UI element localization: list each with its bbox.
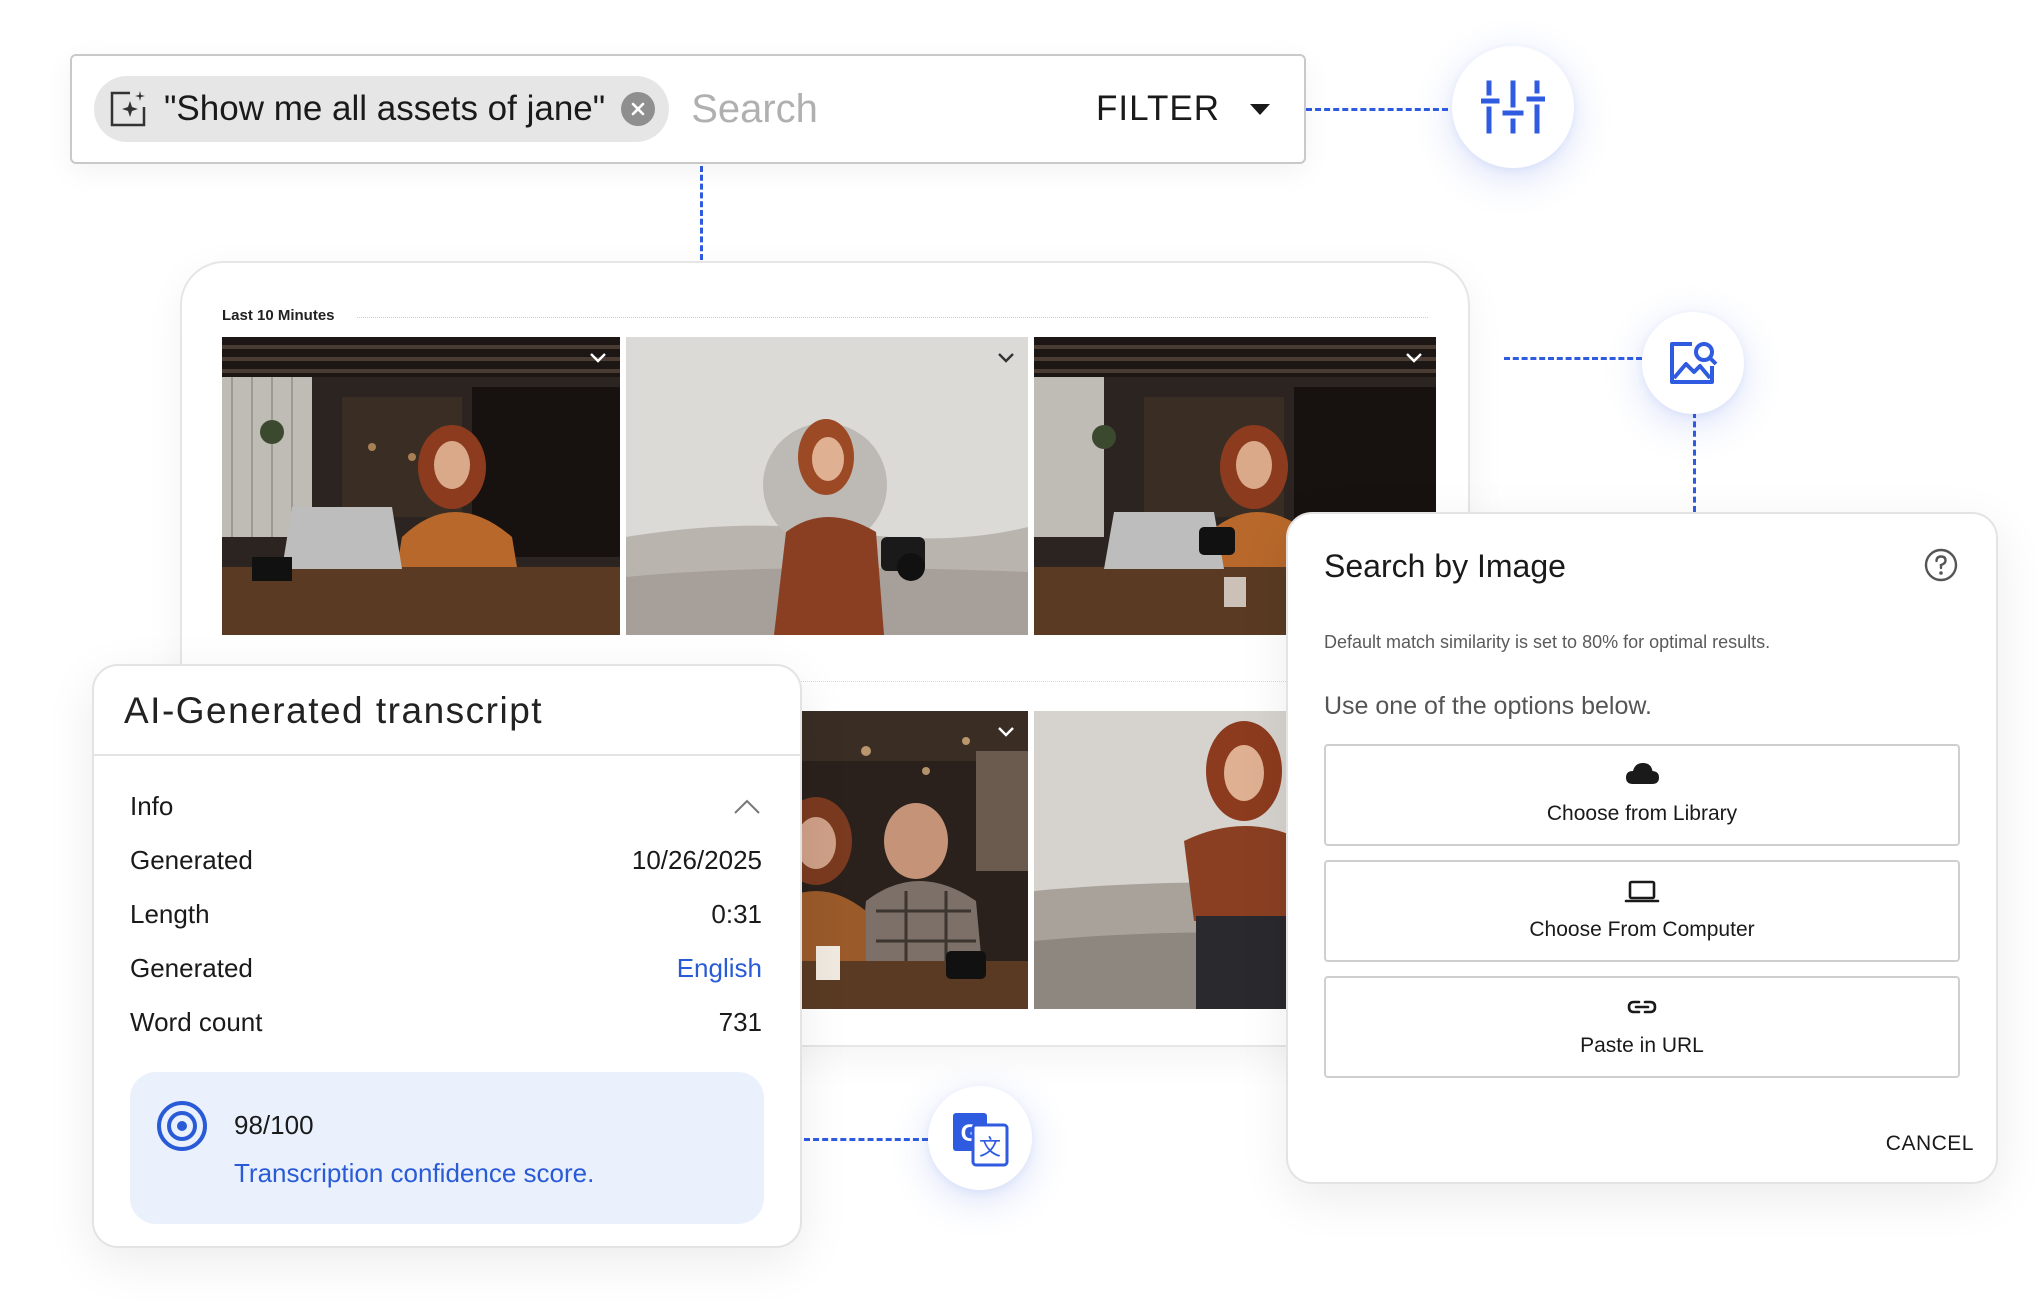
chevron-down-icon[interactable] [994,345,1018,369]
image-search-badge[interactable] [1642,312,1744,414]
cloud-icon [1626,763,1659,784]
info-row-generated-date: Generated 10/26/2025 [130,840,762,880]
photo-cafe-laptop [222,337,620,635]
close-icon [631,102,645,116]
dialog-title: Search by Image [1324,548,1566,584]
ai-sparkle-icon [110,91,146,127]
info-row-label: Generated [130,844,253,875]
chevron-down-icon[interactable] [1402,345,1426,369]
help-icon[interactable] [1924,548,1958,582]
query-chip[interactable]: "Show me all assets of jane" [94,76,670,142]
google-translate-icon: G 文 [953,1113,1009,1167]
info-row-label: Word count [130,1006,263,1037]
info-row-language: Generated English [130,948,762,988]
chevron-up-icon[interactable] [732,796,762,816]
info-label: Info [130,790,174,821]
choose-from-library-button[interactable]: Choose from Library [1324,744,1960,846]
info-row-value: 731 [718,1006,762,1037]
confidence-score-value: 98/100 [234,1110,314,1140]
target-icon [157,1101,207,1151]
options-hint: Use one of the options below. [1324,692,1653,720]
info-row-label: Length [130,898,210,929]
search-bar: "Show me all assets of jane" FILTER [70,54,1306,164]
section-divider [357,317,1428,318]
photo-portrait-camera [626,337,1028,635]
asset-thumbnail[interactable] [222,337,620,635]
connector-filter [1306,108,1448,111]
filter-dropdown-button[interactable]: FILTER [1096,56,1270,162]
ai-transcript-card: AI-Generated transcript Info Generated 1… [92,664,802,1248]
connector-translate [804,1138,928,1141]
chip-remove-button[interactable] [621,92,656,126]
option-label: Choose From Computer [1529,918,1755,941]
gallery-section-label: Last 10 Minutes [222,307,335,324]
choose-from-computer-button[interactable]: Choose From Computer [1324,860,1960,962]
translate-badge[interactable]: G 文 [928,1086,1032,1190]
connector-search-gallery [700,166,703,260]
transcript-title: AI-Generated transcript [124,690,544,731]
option-label: Choose from Library [1546,802,1738,825]
cancel-button[interactable]: CANCEL [1886,1132,1974,1156]
confidence-score-box: 98/100 Transcription confidence score. [130,1072,764,1224]
image-search-icon [1670,342,1718,384]
connector-image-dialog [1693,412,1696,512]
svg-text:文: 文 [979,1135,1001,1160]
filter-badge[interactable] [1452,46,1574,168]
paste-url-button[interactable]: Paste in URL [1324,976,1960,1078]
caret-down-icon [1250,103,1270,115]
asset-thumbnail[interactable] [626,337,1028,635]
language-link[interactable]: English [677,953,762,984]
divider [94,754,800,756]
info-row-value: 0:31 [711,898,762,929]
search-by-image-dialog: Search by Image Default match similarity… [1286,512,1998,1184]
laptop-icon [1624,880,1660,903]
chevron-down-icon[interactable] [994,719,1018,743]
option-label: Paste in URL [1580,1034,1704,1057]
similarity-note: Default match similarity is set to 80% f… [1324,632,1771,652]
connector-image-search [1504,357,1642,360]
query-chip-label: "Show me all assets of jane" [164,89,606,128]
info-accordion-header[interactable]: Info [130,786,762,826]
confidence-score-link[interactable]: Transcription confidence score. [234,1158,594,1189]
info-row-label: Generated [130,952,253,983]
link-icon [1627,1000,1657,1014]
search-input[interactable] [691,86,1072,132]
info-row-value: 10/26/2025 [631,844,762,875]
filter-label: FILTER [1096,89,1220,128]
sliders-icon [1481,80,1545,134]
info-row-length: Length 0:31 [130,894,762,934]
info-row-word-count: Word count 731 [130,1002,762,1042]
chevron-down-icon[interactable] [586,345,610,369]
